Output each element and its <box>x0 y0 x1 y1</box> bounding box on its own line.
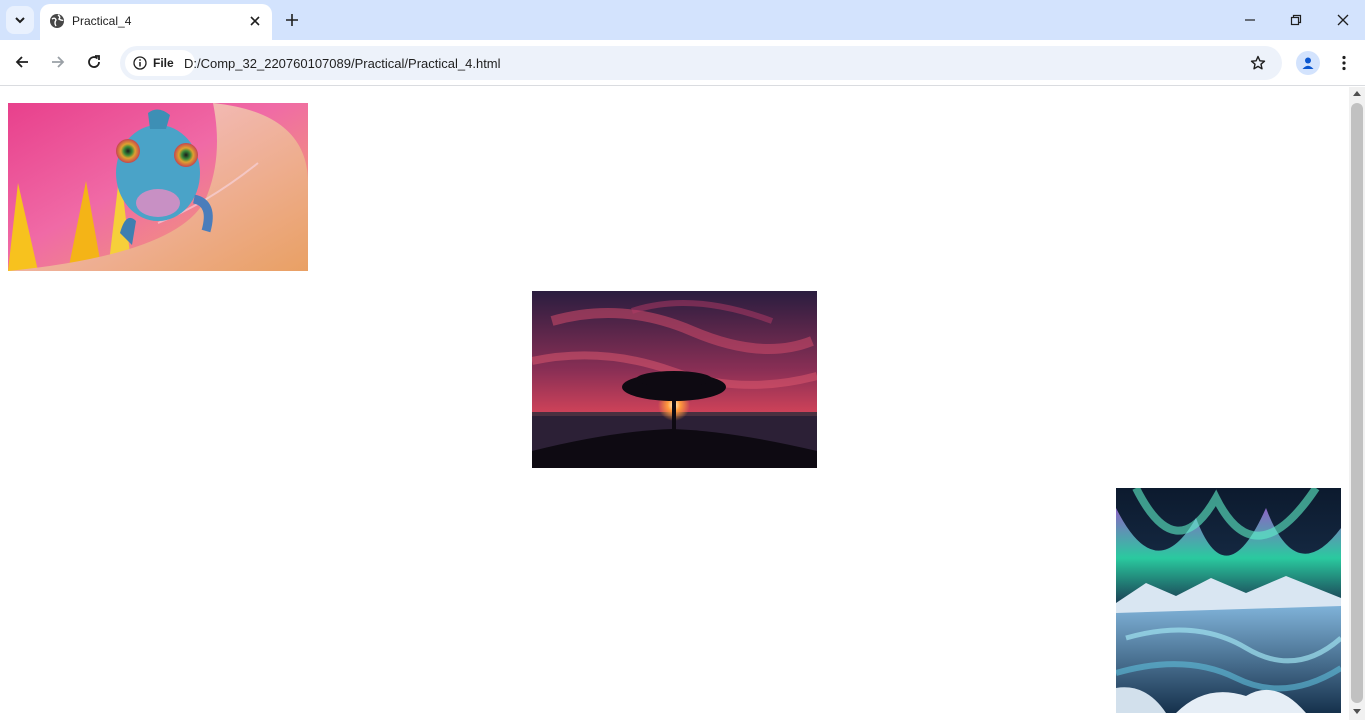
chevron-down-icon <box>15 17 25 24</box>
reload-button[interactable] <box>84 52 104 72</box>
back-button[interactable] <box>12 52 32 72</box>
tab-search-button[interactable] <box>6 6 34 34</box>
url-text[interactable]: D:/Comp_32_220760107089/Practical/Practi… <box>184 56 501 71</box>
restore-icon <box>1290 14 1302 26</box>
info-icon <box>133 56 147 70</box>
minimize-button[interactable] <box>1240 10 1260 30</box>
site-info-label: File <box>153 56 174 70</box>
forward-button[interactable] <box>48 52 68 72</box>
window-close-button[interactable] <box>1333 10 1353 30</box>
star-icon <box>1250 55 1266 70</box>
person-icon <box>1302 57 1314 69</box>
tab-active[interactable]: Practical_4 <box>40 4 272 40</box>
aurora-image <box>1116 488 1341 713</box>
tab-strip: Practical_4 <box>0 0 1365 40</box>
scroll-up-arrow[interactable] <box>1353 91 1361 96</box>
new-tab-button[interactable] <box>282 10 302 30</box>
close-icon <box>250 16 260 26</box>
tab-close-button[interactable] <box>246 12 264 30</box>
browser-toolbar: File D:/Comp_32_220760107089/Practical/P… <box>0 40 1365 86</box>
minimize-icon <box>1245 19 1255 21</box>
page-viewport <box>0 87 1349 720</box>
address-bar[interactable]: File D:/Comp_32_220760107089/Practical/P… <box>120 46 1282 80</box>
chameleon-image <box>8 103 308 271</box>
scroll-thumb[interactable] <box>1351 103 1363 703</box>
scroll-down-arrow[interactable] <box>1353 709 1361 714</box>
restore-button[interactable] <box>1286 10 1306 30</box>
arrow-right-icon <box>52 56 65 68</box>
menu-button[interactable] <box>1334 53 1354 73</box>
profile-button[interactable] <box>1296 51 1320 75</box>
arrow-left-icon <box>15 56 28 68</box>
tree-sunset-image <box>532 291 817 468</box>
more-vertical-icon <box>1342 55 1346 71</box>
reload-icon <box>88 55 100 68</box>
tab-title: Practical_4 <box>72 14 132 28</box>
vertical-scrollbar[interactable] <box>1349 87 1365 720</box>
close-icon <box>1337 14 1349 26</box>
plus-icon <box>286 14 298 26</box>
globe-icon <box>50 14 64 28</box>
bookmark-button[interactable] <box>1248 53 1268 73</box>
